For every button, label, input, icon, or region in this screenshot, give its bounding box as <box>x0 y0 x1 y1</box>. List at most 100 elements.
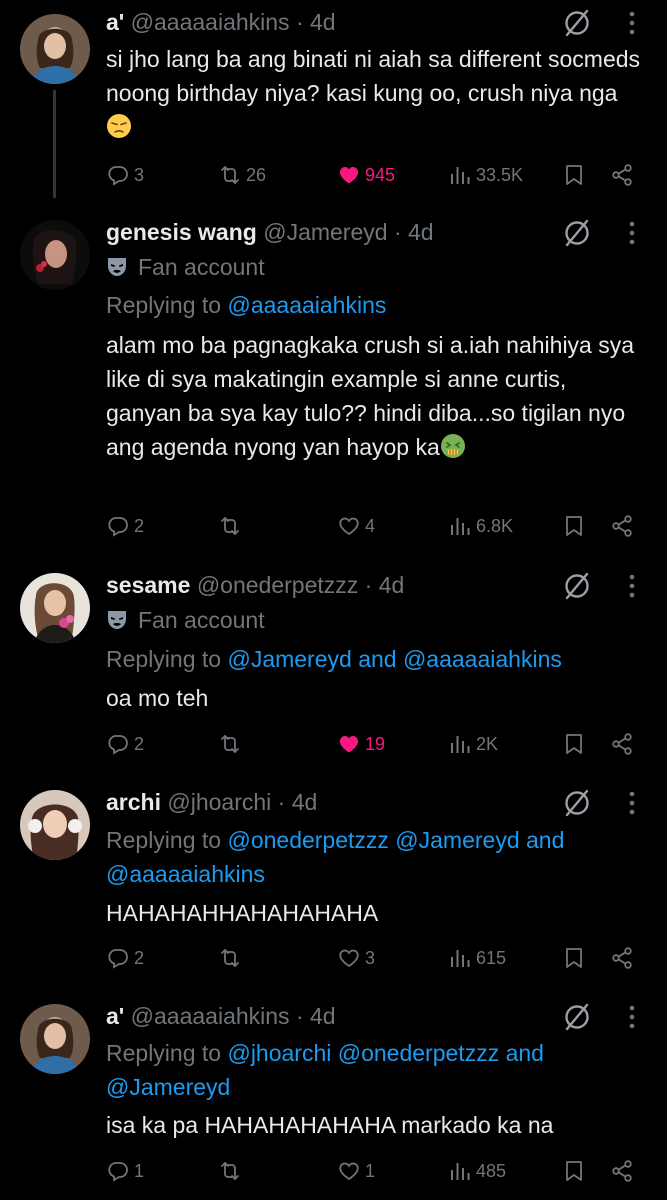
tweet-text: alam mo ba pagnagkaka crush si a.iah nah… <box>106 328 641 464</box>
bookmark-button[interactable] <box>562 729 586 759</box>
separator: · <box>295 9 304 35</box>
reply-count: 1 <box>134 1160 145 1181</box>
reply-button[interactable]: 3 <box>106 160 144 190</box>
retweet-icon <box>218 732 242 756</box>
timestamp[interactable]: 4d <box>310 9 336 35</box>
views-button[interactable]: 33.5K <box>448 160 523 190</box>
action-bar: 2 4 6.8K <box>106 511 646 541</box>
retweet-count: 26 <box>246 164 267 185</box>
user-handle[interactable]: @jhoarchi <box>167 789 271 815</box>
display-name[interactable]: a' <box>106 1003 124 1029</box>
timestamp[interactable]: 4d <box>310 1003 336 1029</box>
like-button[interactable]: 1 <box>337 1156 375 1186</box>
share-button[interactable] <box>610 160 634 190</box>
action-bar: 2 19 2K <box>106 729 646 759</box>
like-count: 945 <box>365 164 396 185</box>
avatar-image <box>20 14 90 84</box>
views-button[interactable]: 615 <box>448 943 506 973</box>
tweet-text-content: oa mo teh <box>106 685 209 711</box>
tweet-header: archi @jhoarchi · 4d <box>106 788 317 816</box>
display-name[interactable]: archi <box>106 789 161 815</box>
reply-button[interactable]: 1 <box>106 1156 144 1186</box>
reply-button[interactable]: 2 <box>106 511 144 541</box>
grok-icon[interactable] <box>562 571 592 601</box>
retweet-button[interactable] <box>218 729 246 759</box>
display-name[interactable]: sesame <box>106 572 190 598</box>
grok-icon[interactable] <box>562 788 592 818</box>
views-button[interactable]: 2K <box>448 729 498 759</box>
reply-button[interactable]: 2 <box>106 729 144 759</box>
more-options-icon[interactable] <box>626 1002 638 1032</box>
heart-icon <box>337 946 361 970</box>
avatar[interactable] <box>20 220 90 290</box>
share-icon <box>610 946 634 970</box>
avatar[interactable] <box>20 573 90 643</box>
retweet-button[interactable]: 26 <box>218 160 266 190</box>
view-count: 2K <box>476 733 499 754</box>
view-count: 485 <box>476 1160 507 1181</box>
tweet-text-content: si jho lang ba ang binati ni aiah sa dif… <box>106 46 647 106</box>
reply-button[interactable]: 2 <box>106 943 144 973</box>
view-count: 6.8K <box>476 515 514 536</box>
views-button[interactable]: 485 <box>448 1156 506 1186</box>
share-icon <box>610 514 634 538</box>
bookmark-button[interactable] <box>562 511 586 541</box>
bookmark-button[interactable] <box>562 1156 586 1186</box>
timestamp[interactable]: 4d <box>292 789 318 815</box>
bookmark-button[interactable] <box>562 160 586 190</box>
grok-icon[interactable] <box>562 218 592 248</box>
tweet-header: a' @aaaaaiahkins · 4d <box>106 8 336 36</box>
more-options-icon[interactable] <box>626 218 638 248</box>
more-options-icon[interactable] <box>626 788 638 818</box>
views-button[interactable]: 6.8K <box>448 511 513 541</box>
bookmark-button[interactable] <box>562 943 586 973</box>
action-bar: 3 26 945 33.5K <box>106 160 646 190</box>
reply-count: 2 <box>134 947 145 968</box>
user-handle[interactable]: @aaaaaiahkins <box>131 1003 290 1029</box>
tweet-text: HAHAHAHHAHAHAHAHA <box>106 896 641 930</box>
user-handle[interactable]: @onederpetzzz <box>197 572 358 598</box>
replying-to: Replying to @aaaaaiahkins <box>106 288 646 322</box>
avatar[interactable] <box>20 790 90 860</box>
like-button[interactable]: 4 <box>337 511 375 541</box>
heart-filled-icon <box>337 732 361 756</box>
nauseated-face-icon <box>440 433 466 459</box>
fan-account-label: Fan account <box>106 253 265 281</box>
grok-icon[interactable] <box>562 8 592 38</box>
like-button[interactable]: 945 <box>337 160 395 190</box>
avatar[interactable] <box>20 1004 90 1074</box>
timestamp[interactable]: 4d <box>379 572 405 598</box>
share-button[interactable] <box>610 729 634 759</box>
share-button[interactable] <box>610 511 634 541</box>
reply-icon <box>106 163 130 187</box>
user-handle[interactable]: @aaaaaiahkins <box>131 9 290 35</box>
user-handle[interactable]: @Jamereyd <box>263 219 387 245</box>
share-button[interactable] <box>610 1156 634 1186</box>
like-button[interactable]: 3 <box>337 943 375 973</box>
mention-link[interactable]: @Jamereyd and @aaaaaiahkins <box>227 646 561 672</box>
more-options-icon[interactable] <box>626 8 638 38</box>
retweet-button[interactable] <box>218 943 246 973</box>
avatar-image <box>20 573 90 643</box>
pensive-face-icon <box>106 113 132 139</box>
retweet-button[interactable] <box>218 511 246 541</box>
grok-icon[interactable] <box>562 1002 592 1032</box>
timestamp[interactable]: 4d <box>408 219 434 245</box>
retweet-button[interactable] <box>218 1156 246 1186</box>
retweet-icon <box>218 1159 242 1183</box>
share-button[interactable] <box>610 943 634 973</box>
reply-count: 2 <box>134 733 145 754</box>
views-chart-icon <box>448 514 472 538</box>
tweet-text-content: HAHAHAHHAHAHAHAHA <box>106 900 379 926</box>
display-name[interactable]: genesis wang <box>106 219 257 245</box>
mention-link[interactable]: @aaaaaiahkins <box>227 292 386 318</box>
display-name[interactable]: a' <box>106 9 124 35</box>
like-button[interactable]: 19 <box>337 729 385 759</box>
tweet-text-content: isa ka pa HAHAHAHAHAHA markado ka na <box>106 1112 554 1138</box>
more-options-icon[interactable] <box>626 571 638 601</box>
heart-filled-icon <box>337 163 361 187</box>
avatar[interactable] <box>20 14 90 84</box>
reply-count: 3 <box>134 164 145 185</box>
badge-text: Fan account <box>138 607 265 633</box>
separator: · <box>277 789 286 815</box>
